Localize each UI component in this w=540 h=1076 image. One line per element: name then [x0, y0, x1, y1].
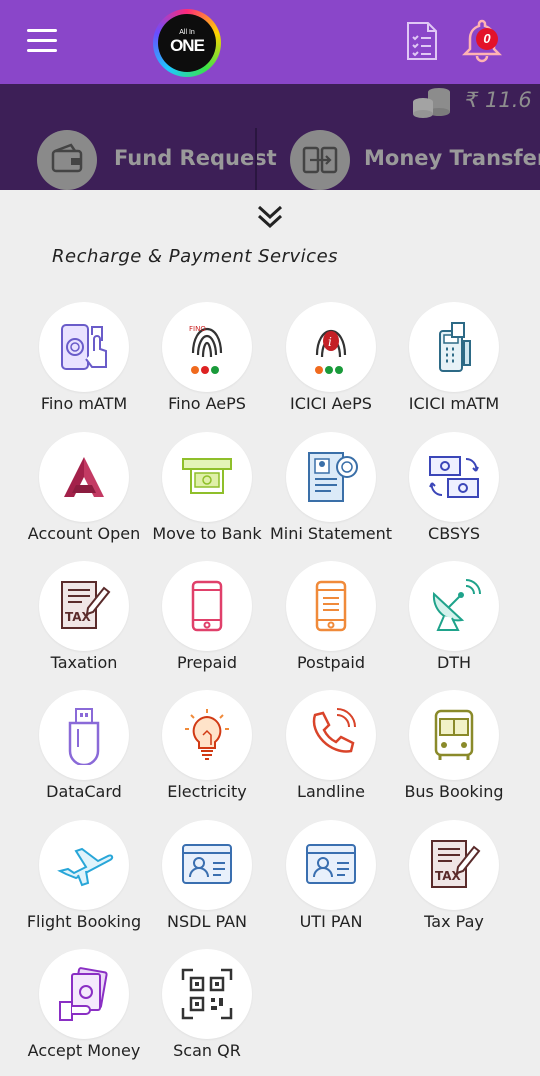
service-electricity[interactable]: Electricity	[145, 690, 269, 810]
service-cbsys[interactable]: CBSYS	[392, 432, 516, 552]
money-transfer-label: Money Transfer	[364, 146, 540, 170]
service-label: Taxation	[50, 653, 118, 672]
service-icici-aeps[interactable]: i ICICI AePS	[269, 302, 393, 422]
service-fino-aeps[interactable]: FINO Fino AePS	[145, 302, 269, 422]
app-logo: All In ONE	[153, 9, 221, 77]
service-move-to-bank[interactable]: Move to Bank	[145, 432, 269, 552]
mobile-bill-icon	[286, 561, 376, 651]
bus-icon	[409, 690, 499, 780]
hamburger-menu-icon[interactable]	[27, 29, 57, 53]
service-taxation[interactable]: TAX Taxation	[22, 561, 146, 681]
section-title: Recharge & Payment Services	[52, 246, 339, 267]
fund-request-button[interactable]: Fund Request	[37, 130, 277, 190]
svg-text:FINO: FINO	[189, 325, 206, 333]
service-landline[interactable]: Landline	[269, 690, 393, 810]
document-list-icon[interactable]	[405, 21, 439, 61]
service-label: Accept Money	[27, 1041, 141, 1060]
service-label: Tax Pay	[424, 912, 484, 931]
atm-cash-icon	[162, 432, 252, 522]
service-tax-pay[interactable]: TAX Tax Pay	[392, 820, 516, 940]
service-flight-booking[interactable]: Flight Booking	[22, 820, 146, 940]
statement-icon	[286, 432, 376, 522]
service-accept-money[interactable]: Accept Money	[22, 949, 146, 1069]
wallet-icon	[37, 130, 97, 190]
bulb-icon	[162, 690, 252, 780]
money-transfer-icon	[290, 130, 350, 190]
service-label: Flight Booking	[26, 912, 142, 931]
service-fino-matm[interactable]: Fino mATM	[22, 302, 146, 422]
service-dth[interactable]: DTH	[392, 561, 516, 681]
fino-fingerprint-icon: FINO	[162, 302, 252, 392]
service-label: Scan QR	[173, 1041, 241, 1060]
service-label: Landline	[297, 782, 365, 801]
mobile-icon	[162, 561, 252, 651]
service-label: Postpaid	[296, 653, 366, 672]
tax-icon: TAX	[409, 820, 499, 910]
service-label: Account Open	[27, 524, 141, 543]
id-card-icon	[162, 820, 252, 910]
card-machine-icon	[409, 302, 499, 392]
service-label: DataCard	[46, 782, 122, 801]
tax-icon: TAX	[39, 561, 129, 651]
service-label: Mini Statement	[269, 524, 393, 543]
id-card-icon	[286, 820, 376, 910]
service-label: ICICI mATM	[408, 394, 500, 413]
fingerprint-phone-icon	[39, 302, 129, 392]
logo-small-text: All In	[179, 29, 195, 36]
service-label: Move to Bank	[152, 524, 262, 543]
service-label: CBSYS	[428, 524, 480, 543]
service-label: Fino mATM	[40, 394, 128, 413]
cash-hand-icon	[39, 949, 129, 1039]
service-label: Fino AePS	[168, 394, 246, 413]
service-prepaid[interactable]: Prepaid	[145, 561, 269, 681]
icici-fingerprint-icon: i	[286, 302, 376, 392]
service-mini-statement[interactable]: Mini Statement	[269, 432, 393, 552]
fund-request-label: Fund Request	[114, 146, 277, 170]
service-nsdl-pan[interactable]: NSDL PAN	[145, 820, 269, 940]
satellite-dish-icon	[409, 561, 499, 651]
service-datacard[interactable]: DataCard	[22, 690, 146, 810]
service-label: DTH	[436, 653, 472, 672]
wallet-balance: ₹ 11.6	[465, 88, 532, 112]
service-uti-pan[interactable]: UTI PAN	[269, 820, 393, 940]
chevron-double-down-icon[interactable]	[257, 205, 283, 229]
coins-stack-icon	[413, 88, 450, 118]
service-label: Electricity	[167, 782, 247, 801]
logo-big-text: ONE	[170, 36, 205, 55]
service-label: UTI PAN	[299, 912, 363, 931]
money-transfer-button[interactable]: Money Transfer	[290, 130, 540, 190]
service-label: ICICI AePS	[290, 394, 372, 413]
phone-icon	[286, 690, 376, 780]
service-postpaid[interactable]: Postpaid	[269, 561, 393, 681]
qr-code-icon	[162, 949, 252, 1039]
service-label: Bus Booking	[404, 782, 504, 801]
axis-logo-icon	[39, 432, 129, 522]
service-scan-qr[interactable]: Scan QR	[145, 949, 269, 1069]
currency-exchange-icon	[409, 432, 499, 522]
airplane-icon	[39, 820, 129, 910]
svg-text:i: i	[328, 335, 332, 349]
usb-drive-icon	[39, 690, 129, 780]
service-label: NSDL PAN	[167, 912, 247, 931]
service-icici-matm[interactable]: ICICI mATM	[392, 302, 516, 422]
service-label: Prepaid	[177, 653, 237, 672]
notification-badge: 0	[476, 28, 498, 50]
action-divider	[255, 128, 257, 190]
service-account-open[interactable]: Account Open	[22, 432, 146, 552]
service-bus-booking[interactable]: Bus Booking	[392, 690, 516, 810]
app-header: All In ONE 0	[0, 0, 540, 84]
